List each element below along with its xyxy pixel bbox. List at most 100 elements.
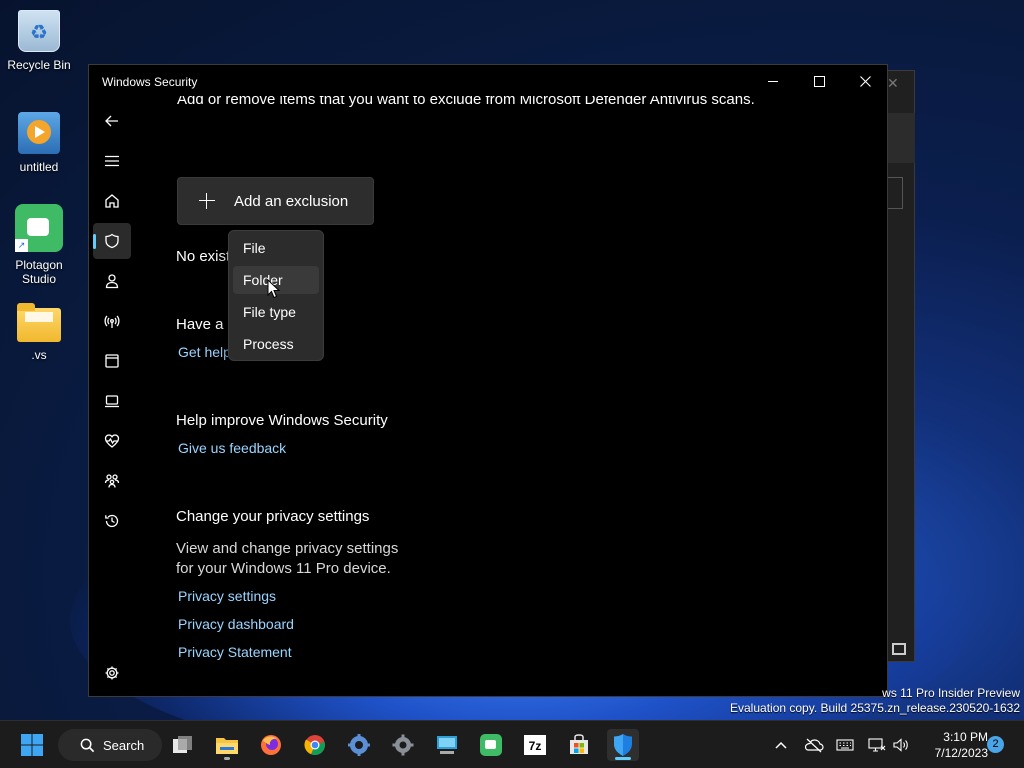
watermark-line2: Evaluation copy. Build 25375.zn_release.… xyxy=(730,701,1020,715)
nav-account-protection[interactable] xyxy=(93,263,131,299)
menu-item-process[interactable]: Process xyxy=(233,330,319,358)
main-content: Add or remove items that you want to exc… xyxy=(175,65,875,696)
help-improve-heading: Help improve Windows Security xyxy=(176,412,388,429)
nav-device-health[interactable] xyxy=(93,423,131,459)
shield-icon xyxy=(614,734,632,756)
privacy-dashboard-link[interactable]: Privacy dashboard xyxy=(178,616,294,632)
windows-security-window: Windows Security Add or remove items tha… xyxy=(88,64,888,697)
nav-firewall[interactable] xyxy=(93,303,131,339)
privacy-heading: Change your privacy settings xyxy=(176,508,370,525)
taskbar-app-settings-blue[interactable] xyxy=(343,729,375,761)
taskbar-settings[interactable] xyxy=(387,729,419,761)
plus-icon xyxy=(199,193,215,209)
network-status[interactable] xyxy=(868,737,886,753)
running-indicator xyxy=(615,757,631,760)
start-button[interactable] xyxy=(16,729,48,761)
volume-button[interactable] xyxy=(892,737,910,753)
family-icon xyxy=(104,474,120,488)
notification-badge[interactable]: 2 xyxy=(987,736,1004,753)
monitor-keyboard-icon xyxy=(437,736,457,754)
person-icon xyxy=(105,274,119,289)
nav-protection-history[interactable] xyxy=(93,503,131,539)
firefox-icon xyxy=(261,735,281,755)
tablet-mode-icon[interactable] xyxy=(892,643,906,655)
onedrive-status[interactable] xyxy=(804,737,824,753)
running-indicator xyxy=(224,757,230,760)
chrome-icon xyxy=(304,735,325,756)
privacy-settings-link[interactable]: Privacy settings xyxy=(178,588,276,604)
menu-item-file-type[interactable]: File type xyxy=(233,298,319,326)
file-explorer-icon xyxy=(216,738,238,754)
7zip-icon: 7z xyxy=(524,735,546,755)
exclusions-description: Add or remove items that you want to exc… xyxy=(177,91,755,108)
network-monitor-icon xyxy=(868,738,886,752)
history-icon xyxy=(105,514,119,528)
home-icon xyxy=(105,194,119,208)
get-help-link[interactable]: Get help xyxy=(178,344,228,360)
desktop-icon-recycle-bin[interactable]: Recycle Bin xyxy=(0,10,78,72)
shortcut-arrow-icon: ↗ xyxy=(15,239,28,252)
gear-app-icon xyxy=(348,734,370,756)
recycle-bin-icon xyxy=(18,10,60,52)
nav-device-security[interactable] xyxy=(93,383,131,419)
chevron-up-icon xyxy=(775,741,787,749)
desktop-icon-plotagon-studio[interactable]: ↗ Plotagon Studio xyxy=(0,204,78,286)
app-browser-icon xyxy=(105,354,119,368)
clock-time: 3:10 PM xyxy=(943,730,988,744)
nav-app-browser-control[interactable] xyxy=(93,343,131,379)
taskbar-chrome[interactable] xyxy=(299,729,331,761)
desktop-icon-vs-folder[interactable]: .vs xyxy=(0,300,78,362)
folder-icon xyxy=(17,303,61,342)
close-icon[interactable]: ✕ xyxy=(887,75,899,92)
laptop-icon xyxy=(105,395,119,408)
cloud-offline-icon xyxy=(804,738,824,753)
clock-date: 7/12/2023 xyxy=(934,746,988,760)
nav-family-options[interactable] xyxy=(93,463,131,499)
taskbar-file-explorer[interactable] xyxy=(211,729,243,761)
mouse-pointer-icon xyxy=(267,279,281,299)
taskbar-microsoft-store[interactable] xyxy=(563,729,595,761)
heart-pulse-icon xyxy=(104,434,120,448)
desktop-icon-label: Plotagon Studio xyxy=(15,258,63,286)
desktop-icon-label: untitled xyxy=(19,160,59,174)
back-arrow-icon xyxy=(105,115,118,127)
input-keyboard-button[interactable] xyxy=(836,737,854,753)
privacy-description-line1: View and change privacy settings xyxy=(176,540,399,557)
add-exclusion-button[interactable]: Add an exclusion xyxy=(177,177,374,225)
menu-item-file[interactable]: File xyxy=(233,234,319,262)
shield-icon xyxy=(105,233,119,249)
taskbar-firefox[interactable] xyxy=(255,729,287,761)
privacy-statement-link[interactable]: Privacy Statement xyxy=(178,644,292,660)
taskbar-7zip[interactable]: 7z xyxy=(519,729,551,761)
show-hidden-icons-button[interactable] xyxy=(773,737,789,753)
settings-gear-icon xyxy=(392,734,414,756)
taskbar-plotagon[interactable] xyxy=(475,729,507,761)
desktop-icon-label: .vs xyxy=(31,348,47,362)
nav-menu-button[interactable] xyxy=(93,143,131,179)
give-feedback-link[interactable]: Give us feedback xyxy=(178,440,286,456)
hamburger-menu-icon xyxy=(105,155,119,167)
svg-text:7z: 7z xyxy=(529,739,542,753)
nav-settings[interactable] xyxy=(93,655,131,691)
desktop-icon-untitled[interactable]: untitled xyxy=(0,112,78,174)
plotagon-app-icon: ↗ xyxy=(15,204,63,252)
nav-home[interactable] xyxy=(93,183,131,219)
wireless-antenna-icon xyxy=(104,315,120,328)
media-file-icon xyxy=(18,112,60,154)
desktop-icon-label: Recycle Bin xyxy=(7,58,71,72)
no-existing-exclusions-text: No existing exclusions. xyxy=(176,248,228,265)
left-navigation xyxy=(89,101,135,696)
nav-back-button[interactable] xyxy=(93,103,131,139)
have-question-heading: Have a question? xyxy=(176,316,228,333)
taskbar: Search 7z 3:10 PM 7/12/2023 2 xyxy=(0,720,1024,768)
nav-virus-protection[interactable] xyxy=(93,223,131,259)
plotagon-icon xyxy=(480,734,502,756)
watermark-line1: ws 11 Pro Insider Preview xyxy=(882,686,1020,700)
taskbar-remote-desktop[interactable] xyxy=(431,729,463,761)
task-view-icon xyxy=(173,736,192,753)
taskbar-clock[interactable]: 3:10 PM 7/12/2023 xyxy=(918,729,988,761)
taskbar-windows-security[interactable] xyxy=(607,729,639,761)
search-icon xyxy=(80,738,95,752)
task-view-button[interactable] xyxy=(167,729,199,761)
taskbar-search[interactable]: Search xyxy=(58,729,162,761)
